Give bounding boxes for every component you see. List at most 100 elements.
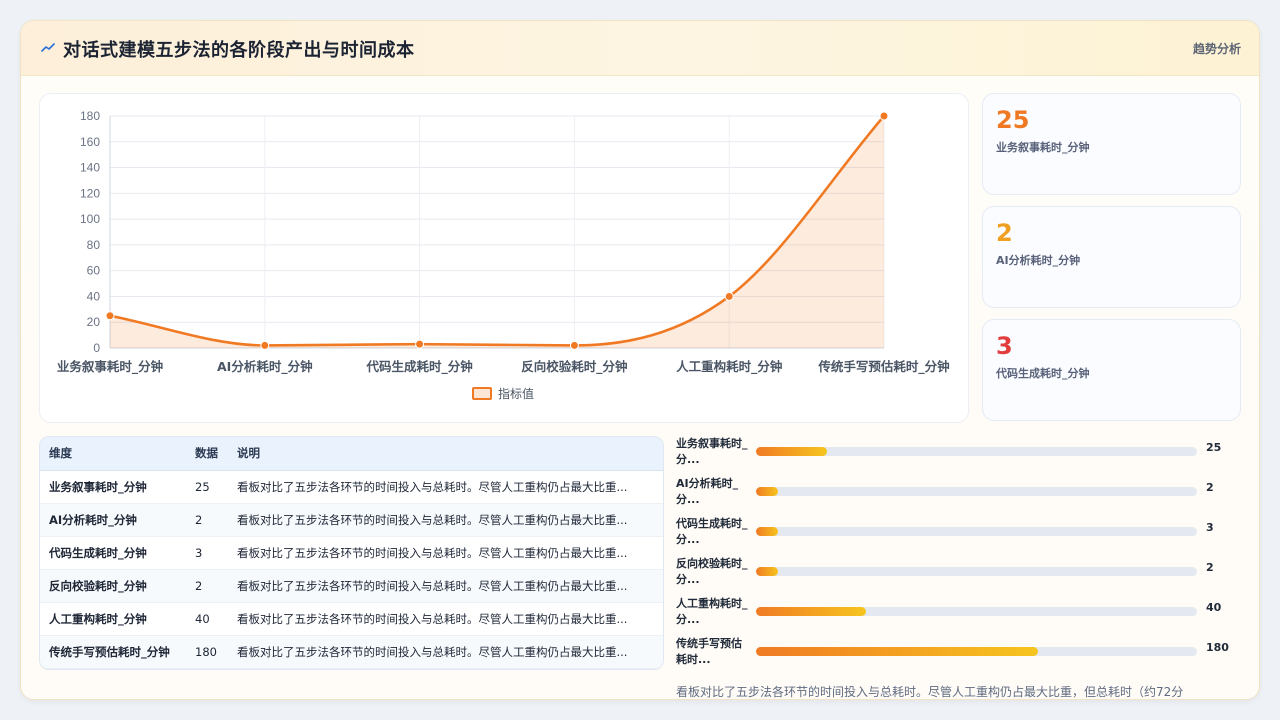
table-row[interactable]: AI分析耗时_分钟 2 看板对比了五步法各环节的时间投入与总耗时。尽管人工重构仍… <box>40 503 663 537</box>
bar-value: 25 <box>1206 441 1222 454</box>
cell-value: 2 <box>186 569 228 603</box>
bar-row: 传统手写预估耗时... 180 <box>676 636 1236 670</box>
column-header-dimension[interactable]: 维度 <box>40 437 186 471</box>
kpi-card-ai-analysis: 2 AI分析耗时_分钟 <box>982 206 1241 308</box>
cell-value: 40 <box>186 602 228 636</box>
y-tick-label: 60 <box>87 264 101 278</box>
trend-line-icon <box>41 39 57 57</box>
dashboard-card: 对话式建模五步法的各阶段产出与时间成本 趋势分析 0 20 40 60 80 100 120… <box>20 20 1260 700</box>
bar-label: 人工重构耗时_分... <box>676 597 748 626</box>
data-point <box>724 291 734 301</box>
bar-row: 人工重构耗时_分... 40 <box>676 596 1236 630</box>
bar-fill <box>756 647 1039 656</box>
summary-text: 看板对比了五步法各环节的时间投入与总耗时。尽管人工重构仍占最大比重，但总耗时（约… <box>676 685 1184 699</box>
x-tick-label: 反向校验耗时_分钟 <box>521 359 627 375</box>
series-area <box>110 116 884 348</box>
bar-track <box>756 607 1197 616</box>
kpi-value: 25 <box>996 106 1030 134</box>
data-point <box>415 339 425 349</box>
bar-track <box>756 487 1197 496</box>
y-tick-label: 160 <box>80 135 100 149</box>
table-row[interactable]: 人工重构耗时_分钟 40 看板对比了五步法各环节的时间投入与总耗时。尽管人工重构… <box>40 602 663 636</box>
bar-label: 反向校验耗时_分... <box>676 557 748 586</box>
cell-dimension: 代码生成耗时_分钟 <box>40 536 186 570</box>
bar-track <box>756 647 1197 656</box>
kpi-value: 3 <box>996 332 1013 360</box>
cell-description: 看板对比了五步法各环节的时间投入与总耗时。尽管人工重构仍占最大比重... <box>228 569 663 603</box>
data-point <box>879 111 889 121</box>
x-tick-label: 人工重构耗时_分钟 <box>676 359 782 375</box>
bar-row: AI分析耗时_分... 2 <box>676 476 1236 510</box>
bar-fill <box>756 487 779 496</box>
bar-track <box>756 567 1197 576</box>
cell-description: 看板对比了五步法各环节的时间投入与总耗时。尽管人工重构仍占最大比重... <box>228 602 663 636</box>
y-tick-label: 0 <box>93 341 100 355</box>
header-bar: 对话式建模五步法的各阶段产出与时间成本 趋势分析 <box>21 21 1259 76</box>
bar-label: 传统手写预估耗时... <box>676 637 742 666</box>
x-tick-label: 业务叙事耗时_分钟 <box>57 359 163 375</box>
data-point <box>260 340 270 350</box>
y-tick-label: 120 <box>80 186 100 200</box>
bar-fill <box>756 567 779 576</box>
y-tick-label: 80 <box>87 238 101 252</box>
kpi-label: AI分析耗时_分钟 <box>996 254 1081 267</box>
data-point <box>569 340 579 350</box>
trend-analysis-tag[interactable]: 趋势分析 <box>1193 40 1241 57</box>
bar-value: 40 <box>1206 601 1222 614</box>
page-title: 对话式建模五步法的各阶段产出与时间成本 <box>63 40 415 61</box>
y-tick-label: 180 <box>80 109 100 123</box>
kpi-card-code-gen: 3 代码生成耗时_分钟 <box>982 319 1241 421</box>
kpi-value: 2 <box>996 219 1013 247</box>
bar-value: 3 <box>1206 521 1214 534</box>
data-table-panel: 维度 数据 说明 业务叙事耗时_分钟 25 看板对比了五步法各环节的时间投入与总… <box>39 436 664 670</box>
cell-dimension: 业务叙事耗时_分钟 <box>40 470 186 504</box>
cell-description: 看板对比了五步法各环节的时间投入与总耗时。尽管人工重构仍占最大比重... <box>228 503 663 537</box>
bar-label: AI分析耗时_分... <box>676 477 739 506</box>
data-point <box>105 311 115 321</box>
cell-description: 看板对比了五步法各环节的时间投入与总耗时。尽管人工重构仍占最大比重... <box>228 470 663 504</box>
bar-row: 反向校验耗时_分... 2 <box>676 556 1236 590</box>
x-tick-label: 代码生成耗时_分钟 <box>365 359 472 375</box>
x-tick-label: AI分析耗时_分钟 <box>217 359 313 375</box>
table-row[interactable]: 传统手写预估耗时_分钟 180 看板对比了五步法各环节的时间投入与总耗时。尽管人… <box>40 635 663 669</box>
y-tick-label: 20 <box>87 315 101 329</box>
bar-fill <box>756 527 779 536</box>
area-chart-panel: 0 20 40 60 80 100 120 140 160 180 业务叙事耗时_分钟 AI分析耗时_… <box>39 93 969 423</box>
table-header-row: 维度 数据 说明 <box>40 437 663 471</box>
bar-value: 2 <box>1206 481 1214 494</box>
cell-value: 2 <box>186 503 228 537</box>
cell-description: 看板对比了五步法各环节的时间投入与总耗时。尽管人工重构仍占最大比重... <box>228 635 663 669</box>
legend-label: 指标值 <box>498 387 535 401</box>
y-tick-label: 100 <box>80 212 100 226</box>
column-header-description[interactable]: 说明 <box>228 437 663 471</box>
x-tick-label: 传统手写预估耗时_分钟 <box>817 359 949 375</box>
data-table: 维度 数据 说明 业务叙事耗时_分钟 25 看板对比了五步法各环节的时间投入与总… <box>40 437 663 669</box>
cell-value: 25 <box>186 470 228 504</box>
bar-value: 180 <box>1206 641 1229 654</box>
cell-dimension: 反向校验耗时_分钟 <box>40 569 186 603</box>
bar-label: 业务叙事耗时_分... <box>676 437 748 466</box>
y-tick-label: 40 <box>87 289 101 303</box>
cell-value: 180 <box>186 635 228 669</box>
cell-value: 3 <box>186 536 228 570</box>
bar-row: 代码生成耗时_分... 3 <box>676 516 1236 550</box>
kpi-label: 业务叙事耗时_分钟 <box>996 141 1090 154</box>
table-row[interactable]: 业务叙事耗时_分钟 25 看板对比了五步法各环节的时间投入与总耗时。尽管人工重构… <box>40 470 663 504</box>
kpi-card-narrative: 25 业务叙事耗时_分钟 <box>982 93 1241 195</box>
progress-bar-list: 业务叙事耗时_分... 25 AI分析耗时_分... 2 代码生成耗时_分...… <box>676 436 1236 676</box>
bar-track <box>756 527 1197 536</box>
bar-track <box>756 447 1197 456</box>
bar-value: 2 <box>1206 561 1214 574</box>
cell-dimension: 人工重构耗时_分钟 <box>40 602 186 636</box>
area-chart: 0 20 40 60 80 100 120 140 160 180 业务叙事耗时_分钟 AI分析耗时_… <box>57 109 950 375</box>
table-row[interactable]: 反向校验耗时_分钟 2 看板对比了五步法各环节的时间投入与总耗时。尽管人工重构仍… <box>40 569 663 603</box>
bar-fill <box>756 447 827 456</box>
bar-row: 业务叙事耗时_分... 25 <box>676 436 1236 470</box>
bar-fill <box>756 607 867 616</box>
legend-swatch <box>472 387 492 400</box>
column-header-data[interactable]: 数据 <box>186 437 228 471</box>
table-row[interactable]: 代码生成耗时_分钟 3 看板对比了五步法各环节的时间投入与总耗时。尽管人工重构仍… <box>40 536 663 570</box>
cell-dimension: 传统手写预估耗时_分钟 <box>40 635 186 669</box>
bar-label: 代码生成耗时_分... <box>676 517 748 546</box>
cell-dimension: AI分析耗时_分钟 <box>40 503 186 537</box>
